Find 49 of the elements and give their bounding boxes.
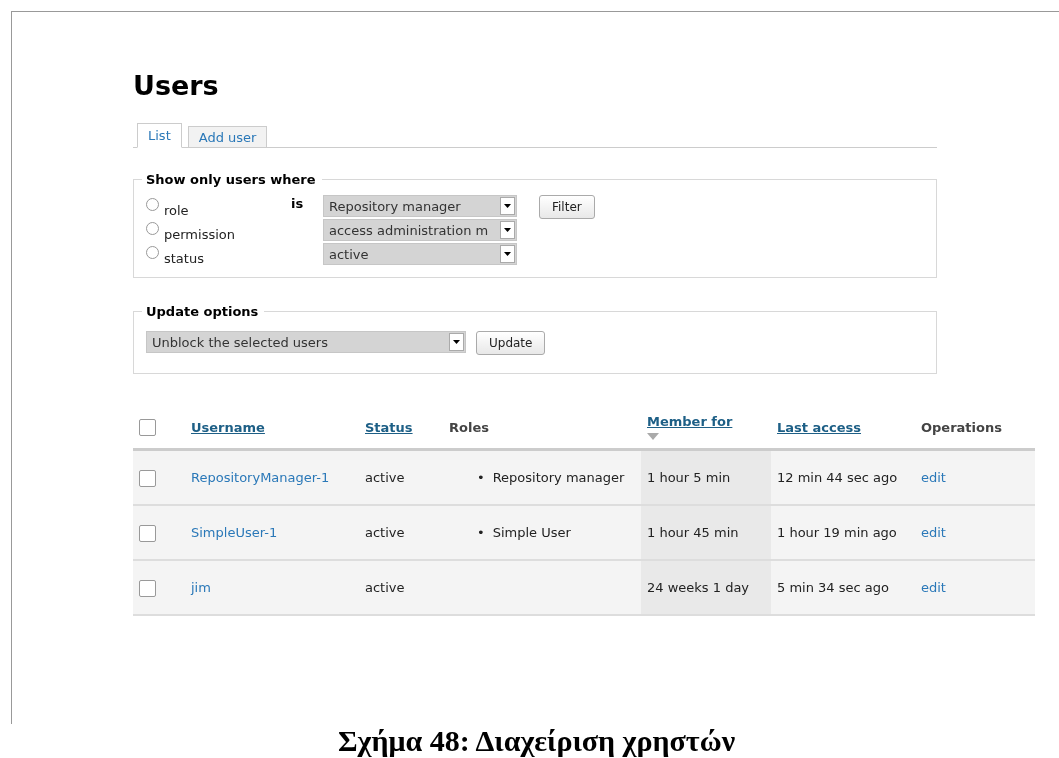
role-name: Repository manager — [492, 469, 625, 487]
column-header-link[interactable]: Member for — [647, 414, 733, 429]
list-bullet: • — [477, 524, 485, 542]
table-cell: 1 hour 5 min — [647, 470, 731, 485]
sort-descending-icon — [647, 433, 659, 440]
radio-label: role — [164, 202, 189, 218]
radio-button[interactable] — [146, 197, 159, 211]
row-checkbox[interactable] — [139, 580, 156, 597]
table-cell: 24 weeks 1 day — [647, 580, 750, 595]
column-header-link[interactable]: Status — [365, 419, 413, 435]
figure-caption: Σχήμα 48: Διαχείριση χρηστών — [336, 724, 737, 757]
radio-button[interactable] — [146, 245, 159, 259]
account-link[interactable]: RepositoryManager-1 — [191, 470, 330, 485]
fieldset-legend: Show only users where — [142, 172, 322, 187]
table-cell: active — [365, 470, 405, 485]
edit-link[interactable]: edit — [921, 580, 946, 595]
column-header-link[interactable]: Username — [191, 419, 265, 435]
column-header: Operations — [921, 419, 1002, 435]
radio-label: permission — [164, 226, 235, 242]
update-button[interactable]: Update — [476, 331, 546, 355]
table-cell: 5 min 34 sec ago — [777, 580, 889, 595]
dropdown[interactable]: Unblock the selected users — [146, 331, 466, 353]
row-checkbox[interactable] — [139, 470, 156, 487]
operator-label: is — [291, 195, 305, 211]
list-bullet: • — [477, 469, 485, 487]
column-header: Roles — [449, 419, 489, 435]
dropdown[interactable]: Repository manager — [323, 195, 517, 217]
edit-link[interactable]: edit — [921, 525, 946, 540]
filter-button[interactable]: Filter — [539, 195, 595, 219]
radio-label: status — [164, 250, 204, 266]
dropdown[interactable]: active — [323, 243, 517, 265]
radio-button[interactable] — [146, 221, 159, 235]
table-cell: 12 min 44 sec ago — [777, 470, 898, 485]
table-cell: active — [365, 525, 405, 540]
table-cell: 1 hour 19 min ago — [777, 525, 897, 540]
select-all-checkbox[interactable] — [139, 418, 156, 436]
page-title: Users — [133, 70, 220, 102]
dropdown[interactable]: access administration m — [323, 219, 517, 241]
account-link[interactable]: SimpleUser-1 — [191, 525, 278, 540]
table-cell: 1 hour 45 min — [647, 525, 739, 540]
tab[interactable]: List — [137, 123, 182, 148]
fieldset-legend: Update options — [142, 304, 265, 319]
account-link[interactable]: jim — [191, 580, 211, 595]
tab[interactable]: Add user — [187, 126, 268, 148]
table-cell: active — [365, 580, 405, 595]
role-name: Simple User — [492, 524, 571, 542]
edit-link[interactable]: edit — [921, 470, 946, 485]
row-checkbox[interactable] — [139, 525, 156, 542]
column-header-link[interactable]: Last access — [777, 419, 861, 435]
